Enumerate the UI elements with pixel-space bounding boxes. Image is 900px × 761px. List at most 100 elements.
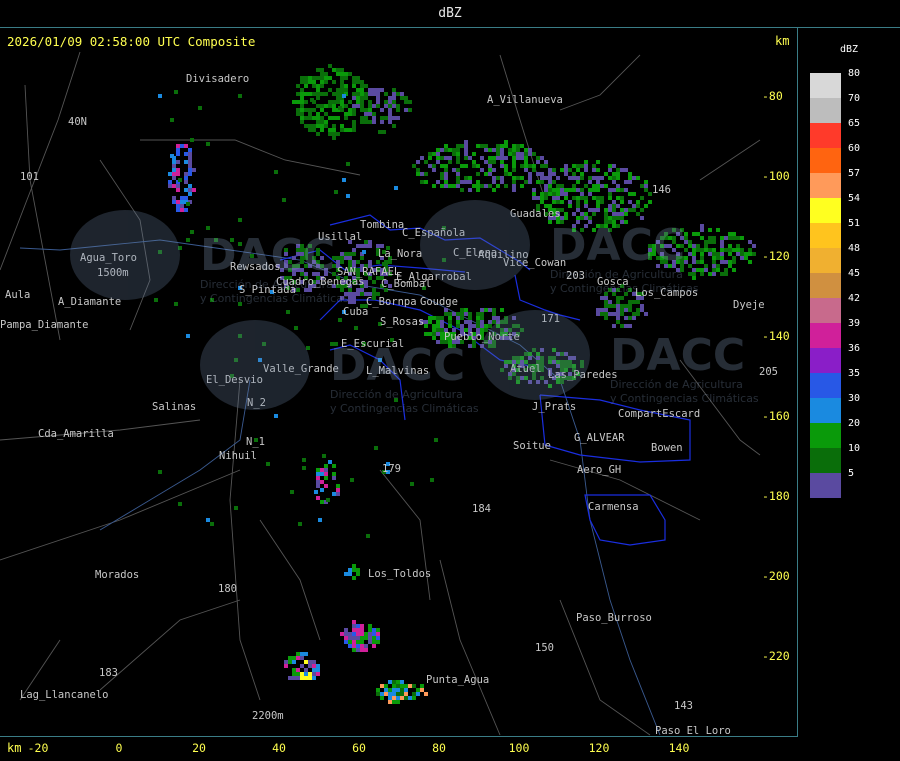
- place-label: La_Nora: [378, 248, 422, 260]
- place-label: Los_Toldos: [368, 568, 431, 580]
- watermark-subtitle: y Contingencias Climáticas: [550, 282, 699, 295]
- y-tick-label: -200: [762, 569, 790, 583]
- place-label: C_Bornpa: [366, 296, 417, 308]
- place-label: 40N: [68, 116, 87, 128]
- legend-swatch: [810, 223, 841, 248]
- place-label: Dyeje: [733, 299, 765, 311]
- legend-label: 60: [848, 143, 861, 154]
- place-label: 180: [218, 583, 237, 595]
- place-label: 205: [759, 366, 778, 378]
- watermark-brand: DACC: [550, 220, 685, 271]
- y-tick-label: -140: [762, 329, 790, 343]
- legend-swatch: [810, 248, 841, 273]
- place-label: Divisadero: [186, 73, 249, 85]
- legend-swatch: [810, 73, 841, 98]
- place-label: Salinas: [152, 401, 196, 413]
- place-label: Paso_Burroso: [576, 612, 652, 624]
- legend-swatch: [810, 473, 841, 498]
- place-label: Tombina: [360, 219, 404, 231]
- place-label: Cda_Amarilla: [38, 428, 114, 440]
- legend-swatch: [810, 323, 841, 348]
- place-label: 183: [99, 667, 118, 679]
- watermark-subtitle: y Contingencias Climáticas: [610, 392, 759, 405]
- place-label: 101: [20, 171, 39, 183]
- y-tick-label: -120: [762, 249, 790, 263]
- legend-swatch: [810, 348, 841, 373]
- legend-swatch: [810, 398, 841, 423]
- watermark-brand: DACC: [610, 330, 745, 381]
- watermark-subtitle: y Contingencias Climáticas: [200, 292, 349, 305]
- place-label: 184: [472, 503, 491, 515]
- km-unit-top: km: [775, 34, 790, 48]
- place-label: N_1: [246, 436, 265, 448]
- watermark-brand: DACC: [200, 230, 335, 281]
- legend-swatch: [810, 173, 841, 198]
- legend-label: 48: [848, 243, 861, 254]
- place-label: Carmensa: [588, 501, 639, 513]
- km-unit-bottom: km: [7, 741, 22, 755]
- place-label: Lag_Llancanelo: [20, 689, 109, 701]
- place-label: J_Prats: [532, 401, 576, 413]
- place-label: Paso_El_Loro: [655, 725, 731, 736]
- watermark-logo-icon: [70, 210, 180, 300]
- radar-map[interactable]: DivisaderoA_Villanueva40N101Guadales146U…: [0, 0, 798, 736]
- place-label: Morados: [95, 569, 139, 581]
- legend-label: 54: [848, 193, 861, 204]
- legend-swatch: [810, 98, 841, 123]
- watermark-logo-icon: [200, 320, 310, 410]
- watermark-subtitle: Dirección de Agricultura: [550, 268, 683, 281]
- legend-label: 35: [848, 368, 861, 379]
- place-label: Bowen: [651, 442, 683, 454]
- legend-label: 45: [848, 268, 861, 279]
- legend-swatch: [810, 198, 841, 223]
- legend-label: 10: [848, 443, 861, 454]
- place-label: S_Rosas: [380, 316, 424, 328]
- legend-swatch: [810, 123, 841, 148]
- legend-title: dBZ: [840, 44, 859, 55]
- place-label: Nihuil: [219, 450, 257, 462]
- watermark-brand: DACC: [330, 340, 465, 391]
- place-label: 146: [652, 184, 671, 196]
- place-label: Goudge: [420, 296, 458, 308]
- x-tick-label: -20: [27, 741, 49, 755]
- place-label: CompartEscard: [618, 408, 700, 420]
- x-tick-label: 100: [508, 741, 530, 755]
- place-label: 179: [382, 463, 401, 475]
- legend-swatch: [810, 148, 841, 173]
- legend-swatch: [810, 273, 841, 298]
- watermark: DACCDirección de Agriculturay Contingenc…: [480, 310, 759, 405]
- legend-swatch: [810, 423, 841, 448]
- x-tick-label: 20: [192, 741, 206, 755]
- place-label: Punta_Agua: [426, 674, 489, 686]
- y-tick-label: -160: [762, 409, 790, 423]
- legend-label: 42: [848, 293, 861, 304]
- legend-label: 39: [848, 318, 861, 329]
- x-tick-label: 120: [588, 741, 610, 755]
- y-tick-label: -220: [762, 649, 790, 663]
- legend-label: 80: [848, 68, 861, 79]
- legend-label: 57: [848, 168, 861, 179]
- x-tick-label: 60: [352, 741, 366, 755]
- legend-swatch: [810, 448, 841, 473]
- legend-swatch: [810, 298, 841, 323]
- timestamp-header: 2026/01/09 02:58:00 UTC Composite: [7, 34, 256, 49]
- y-tick-label: -80: [762, 89, 783, 103]
- legend-swatch: [810, 373, 841, 398]
- legend-label: 36: [848, 343, 861, 354]
- place-label: Aero_GH: [577, 464, 621, 476]
- legend-label: 51: [848, 218, 861, 229]
- place-label: Aula: [5, 289, 30, 301]
- place-label: G_ALVEAR: [574, 432, 625, 444]
- place-label: 2200m: [252, 710, 284, 722]
- place-label: Pampa_Diamante: [0, 319, 89, 331]
- legend-label: 65: [848, 118, 861, 129]
- legend-label: 30: [848, 393, 861, 404]
- place-label: A_Villanueva: [487, 94, 563, 106]
- watermark-subtitle: y Contingencias Climáticas: [330, 402, 479, 415]
- place-label: Cuba: [343, 306, 368, 318]
- watermark-subtitle: Dirección de Agricultura: [330, 388, 463, 401]
- watermark-subtitle: Dirección de Agricultura: [200, 278, 333, 291]
- y-tick-label: -180: [762, 489, 790, 503]
- legend-label: 70: [848, 93, 861, 104]
- x-tick-label: 40: [272, 741, 286, 755]
